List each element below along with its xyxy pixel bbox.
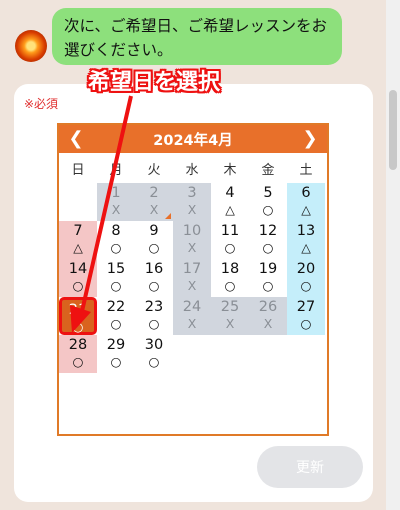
annotation-callout: 希望日を選択 [88, 70, 221, 95]
arrow-head [70, 305, 91, 333]
arrow-shaft [78, 95, 133, 321]
